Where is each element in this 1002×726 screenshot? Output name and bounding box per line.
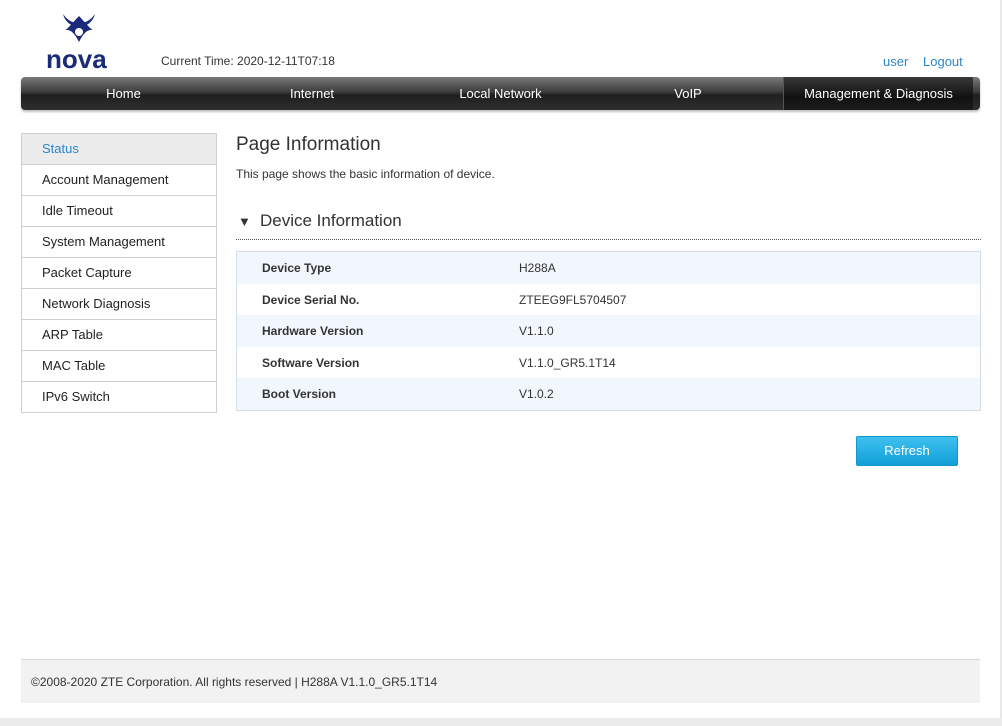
sidebar-item-ipv6-switch[interactable]: IPv6 Switch (21, 382, 217, 413)
row-value: V1.0.2 (519, 387, 554, 402)
sidebar-item-system-management[interactable]: System Management (21, 227, 217, 258)
row-value: ZTEEG9FL5704507 (519, 292, 627, 307)
sidebar-item-idle-timeout[interactable]: Idle Timeout (21, 196, 217, 227)
table-row: Device Type H288A (237, 252, 980, 284)
row-label: Device Serial No. (262, 292, 360, 307)
sidebar-item-status[interactable]: Status (21, 133, 217, 165)
row-value: V1.1.0_GR5.1T14 (519, 355, 616, 370)
page-title: Page Information (236, 134, 381, 155)
sidebar-item-mac-table[interactable]: MAC Table (21, 351, 217, 382)
sidebar-item-account-management[interactable]: Account Management (21, 165, 217, 196)
device-info-table: Device Type H288A Device Serial No. ZTEE… (236, 251, 981, 411)
row-value: H288A (519, 261, 556, 275)
logout-link[interactable]: Logout (923, 54, 963, 69)
section-title: Device Information (260, 211, 402, 230)
row-label: Hardware Version (262, 324, 364, 339)
page-description: This page shows the basic information of… (236, 167, 495, 181)
sidebar-item-packet-capture[interactable]: Packet Capture (21, 258, 217, 289)
row-label: Boot Version (262, 387, 337, 402)
footer: ©2008-2020 ZTE Corporation. All rights r… (21, 659, 980, 703)
row-label: Device Type (262, 261, 332, 275)
nav-voip[interactable]: VoIP (603, 77, 773, 110)
table-row: Device Serial No. ZTEEG9FL5704507 (237, 283, 980, 316)
sidebar: Status Account Management Idle Timeout S… (21, 133, 217, 413)
current-time-value: 2020-12-11T07:18 (237, 54, 335, 68)
nova-logo: nova (46, 12, 112, 74)
table-row: Boot Version V1.0.2 (237, 378, 980, 410)
nav-local-network[interactable]: Local Network (398, 77, 603, 110)
current-time-label: Current Time: (161, 54, 234, 68)
row-value: V1.1.0 (519, 324, 554, 339)
table-row: Hardware Version V1.1.0 (237, 315, 980, 347)
sidebar-item-arp-table[interactable]: ARP Table (21, 320, 217, 351)
main-nav: Home Internet Local Network VoIP Managem… (21, 77, 980, 110)
nav-home[interactable]: Home (21, 77, 226, 110)
nav-internet[interactable]: Internet (226, 77, 398, 110)
row-label: Software Version (262, 355, 360, 370)
collapse-arrow-icon[interactable]: ▼ (238, 214, 251, 229)
device-info-section-header[interactable]: ▼ Device Information (236, 209, 981, 240)
footer-copyright: ©2008-2020 ZTE Corporation. All rights r… (31, 675, 438, 689)
current-time: Current Time: 2020-12-11T07:18 (161, 54, 335, 68)
table-row: Software Version V1.1.0_GR5.1T14 (237, 346, 980, 379)
refresh-button[interactable]: Refresh (856, 436, 958, 466)
user-link[interactable]: user (883, 54, 908, 69)
window-bottom-edge (0, 718, 1002, 726)
nav-management-diagnosis[interactable]: Management & Diagnosis (783, 77, 973, 110)
logo-wordmark: nova (46, 44, 107, 74)
logo-emblem-icon (63, 14, 95, 42)
sidebar-item-network-diagnosis[interactable]: Network Diagnosis (21, 289, 217, 320)
